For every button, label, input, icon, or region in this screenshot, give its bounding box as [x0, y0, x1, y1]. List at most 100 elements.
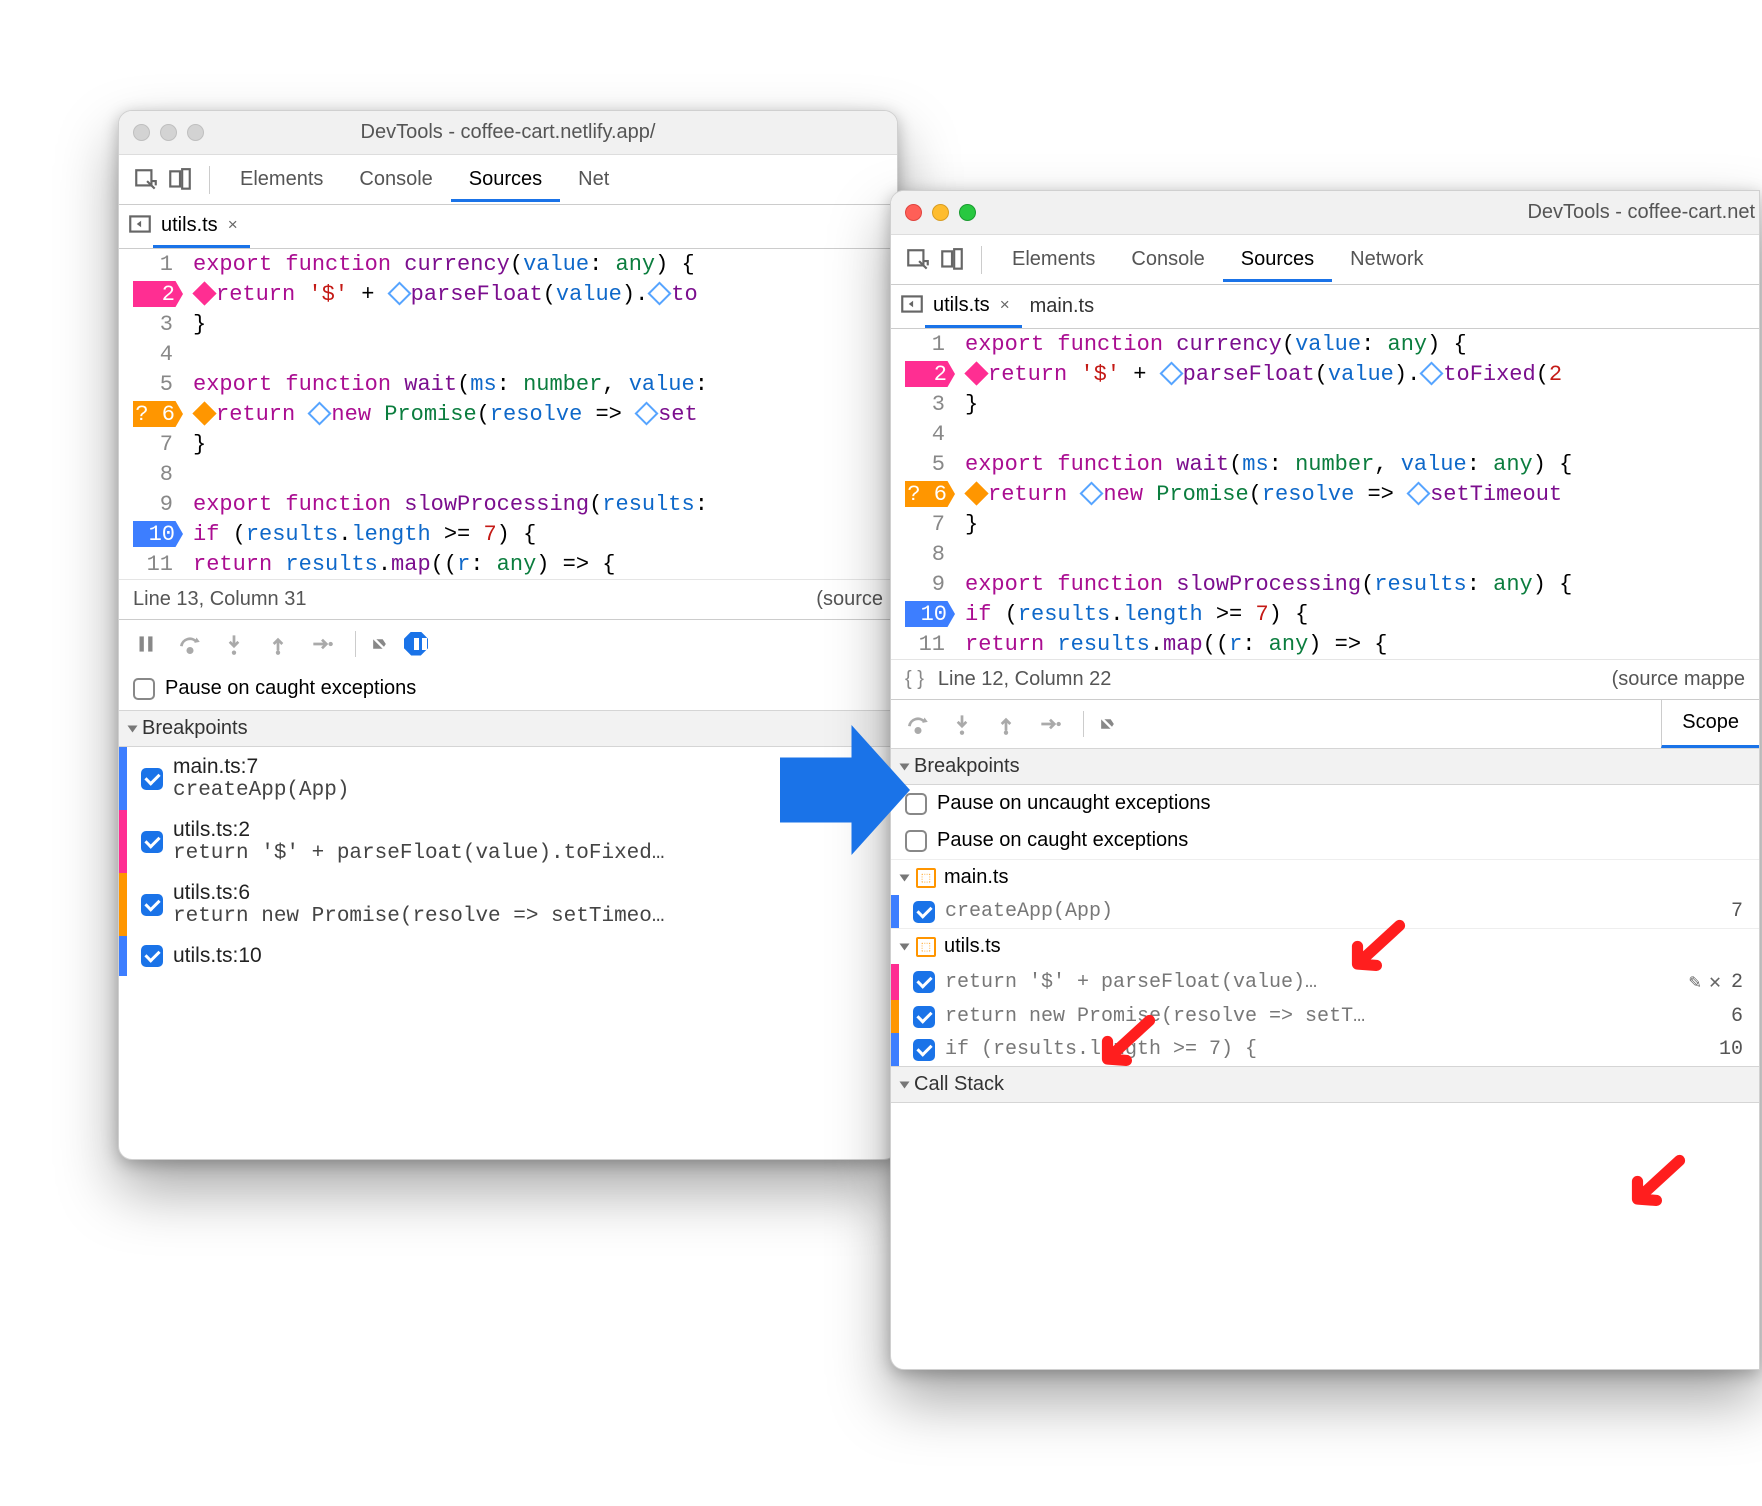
- line-number[interactable]: 10: [133, 521, 183, 547]
- checkbox-icon[interactable]: [133, 678, 155, 700]
- code-line[interactable]: 7}: [891, 509, 1759, 539]
- code-line[interactable]: 3}: [119, 309, 897, 339]
- close-icon[interactable]: ×: [224, 215, 242, 235]
- code-line[interactable]: 10 if (results.length >= 7) {: [891, 599, 1759, 629]
- edit-icon[interactable]: ✎: [1685, 969, 1705, 995]
- code-line[interactable]: 8: [891, 539, 1759, 569]
- checkbox-icon[interactable]: [905, 793, 927, 815]
- minimize-window-icon[interactable]: [932, 204, 949, 221]
- callstack-section-header[interactable]: Call Stack: [891, 1066, 1759, 1103]
- line-number[interactable]: ? 6: [905, 481, 955, 507]
- step-out-icon[interactable]: [989, 711, 1023, 737]
- checkbox-icon[interactable]: [913, 901, 935, 923]
- line-number[interactable]: 11: [133, 552, 183, 577]
- line-number[interactable]: 4: [905, 422, 955, 447]
- checkbox-icon[interactable]: [141, 831, 163, 853]
- tab-scope[interactable]: Scope: [1661, 700, 1759, 748]
- code-line[interactable]: ? 6return new Promise(resolve => set: [119, 399, 897, 429]
- breakpoint-file-group[interactable]: ⬚utils.ts: [891, 928, 1759, 964]
- tab-elements[interactable]: Elements: [222, 156, 341, 202]
- line-number[interactable]: 3: [133, 312, 183, 337]
- code-line[interactable]: 1export function currency(value: any) {: [891, 329, 1759, 359]
- breakpoint-marker-icon[interactable]: [635, 401, 659, 425]
- device-toolbar-icon[interactable]: [935, 243, 969, 277]
- zoom-window-icon[interactable]: [187, 124, 204, 141]
- code-line[interactable]: 2return '$' + parseFloat(value).to: [119, 279, 897, 309]
- line-number[interactable]: 5: [905, 452, 955, 477]
- breakpoint-marker-icon[interactable]: [192, 401, 216, 425]
- checkbox-icon[interactable]: [141, 894, 163, 916]
- breakpoint-row[interactable]: createApp(App)7: [891, 895, 1759, 928]
- checkbox-icon[interactable]: [913, 971, 935, 993]
- code-line[interactable]: ? 6return new Promise(resolve => setTime…: [891, 479, 1759, 509]
- checkbox-icon[interactable]: [913, 1039, 935, 1061]
- file-tab-utils-ts[interactable]: utils.ts×: [153, 206, 250, 248]
- breakpoint-marker-icon[interactable]: [1407, 481, 1431, 505]
- line-number[interactable]: 8: [133, 462, 183, 487]
- code-line[interactable]: 5export function wait(ms: number, value:: [119, 369, 897, 399]
- close-icon[interactable]: ×: [996, 295, 1014, 315]
- step-out-icon[interactable]: [261, 631, 295, 657]
- tab-net[interactable]: Net: [560, 156, 627, 202]
- tab-sources[interactable]: Sources: [1223, 236, 1332, 282]
- line-number[interactable]: 9: [905, 572, 955, 597]
- line-number[interactable]: 9: [133, 492, 183, 517]
- step-over-icon[interactable]: [173, 631, 207, 657]
- code-line[interactable]: 11 return results.map((r: any) => {: [119, 549, 897, 579]
- line-number[interactable]: 4: [133, 342, 183, 367]
- file-tab-utils-ts[interactable]: utils.ts×: [925, 286, 1022, 328]
- breakpoint-row[interactable]: utils.ts:10: [119, 936, 897, 976]
- code-line[interactable]: 8: [119, 459, 897, 489]
- breakpoint-marker-icon[interactable]: [1159, 361, 1183, 385]
- line-number[interactable]: 2: [133, 281, 183, 307]
- code-line[interactable]: 9export function slowProcessing(results:…: [891, 569, 1759, 599]
- pause-uncaught-row[interactable]: Pause on uncaught exceptions: [891, 785, 1759, 822]
- breakpoint-marker-icon[interactable]: [648, 281, 672, 305]
- step-icon[interactable]: [305, 631, 339, 657]
- close-window-icon[interactable]: [133, 124, 150, 141]
- tab-console[interactable]: Console: [1113, 236, 1222, 282]
- breakpoint-marker-icon[interactable]: [192, 281, 216, 305]
- pause-on-exceptions-icon[interactable]: [399, 632, 433, 656]
- delete-icon[interactable]: ✕: [1705, 969, 1725, 995]
- line-number[interactable]: 8: [905, 542, 955, 567]
- breakpoint-file-group[interactable]: ⬚main.ts: [891, 859, 1759, 895]
- inspect-element-icon[interactable]: [129, 163, 163, 197]
- breakpoint-row[interactable]: utils.ts:6return new Promise(resolve => …: [119, 873, 897, 936]
- line-number[interactable]: 7: [905, 512, 955, 537]
- inspect-element-icon[interactable]: [901, 243, 935, 277]
- breakpoint-row[interactable]: return '$' + parseFloat(value)…✎✕2: [891, 964, 1759, 1000]
- tab-sources[interactable]: Sources: [451, 156, 560, 202]
- navigator-icon[interactable]: [899, 291, 925, 323]
- line-number[interactable]: 1: [905, 332, 955, 357]
- tab-console[interactable]: Console: [341, 156, 450, 202]
- code-line[interactable]: 11 return results.map((r: any) => {: [891, 629, 1759, 659]
- pause-caught-row[interactable]: Pause on caught exceptions: [891, 822, 1759, 859]
- step-into-icon[interactable]: [217, 631, 251, 657]
- code-line[interactable]: 4: [891, 419, 1759, 449]
- line-number[interactable]: 7: [133, 432, 183, 457]
- breakpoints-section-header[interactable]: Breakpoints: [119, 710, 897, 747]
- code-line[interactable]: 3}: [891, 389, 1759, 419]
- checkbox-icon[interactable]: [913, 1006, 935, 1028]
- line-number[interactable]: 3: [905, 392, 955, 417]
- pretty-print-icon[interactable]: { }: [905, 668, 924, 691]
- step-icon[interactable]: [1033, 711, 1067, 737]
- minimize-window-icon[interactable]: [160, 124, 177, 141]
- code-line[interactable]: 9export function slowProcessing(results:: [119, 489, 897, 519]
- step-over-icon[interactable]: [901, 711, 935, 737]
- tab-elements[interactable]: Elements: [994, 236, 1113, 282]
- deactivate-breakpoints-icon[interactable]: [355, 631, 389, 657]
- device-toolbar-icon[interactable]: [163, 163, 197, 197]
- code-line[interactable]: 4: [119, 339, 897, 369]
- breakpoint-marker-icon[interactable]: [964, 481, 988, 505]
- line-number[interactable]: 11: [905, 632, 955, 657]
- breakpoint-row[interactable]: if (results.length >= 7) {10: [891, 1033, 1759, 1066]
- close-window-icon[interactable]: [905, 204, 922, 221]
- pause-caught-row[interactable]: Pause on caught exceptions: [119, 667, 897, 710]
- traffic-lights[interactable]: [905, 204, 976, 221]
- traffic-lights[interactable]: [133, 124, 204, 141]
- tab-network[interactable]: Network: [1332, 236, 1441, 282]
- breakpoints-section-header[interactable]: Breakpoints: [891, 748, 1759, 785]
- zoom-window-icon[interactable]: [959, 204, 976, 221]
